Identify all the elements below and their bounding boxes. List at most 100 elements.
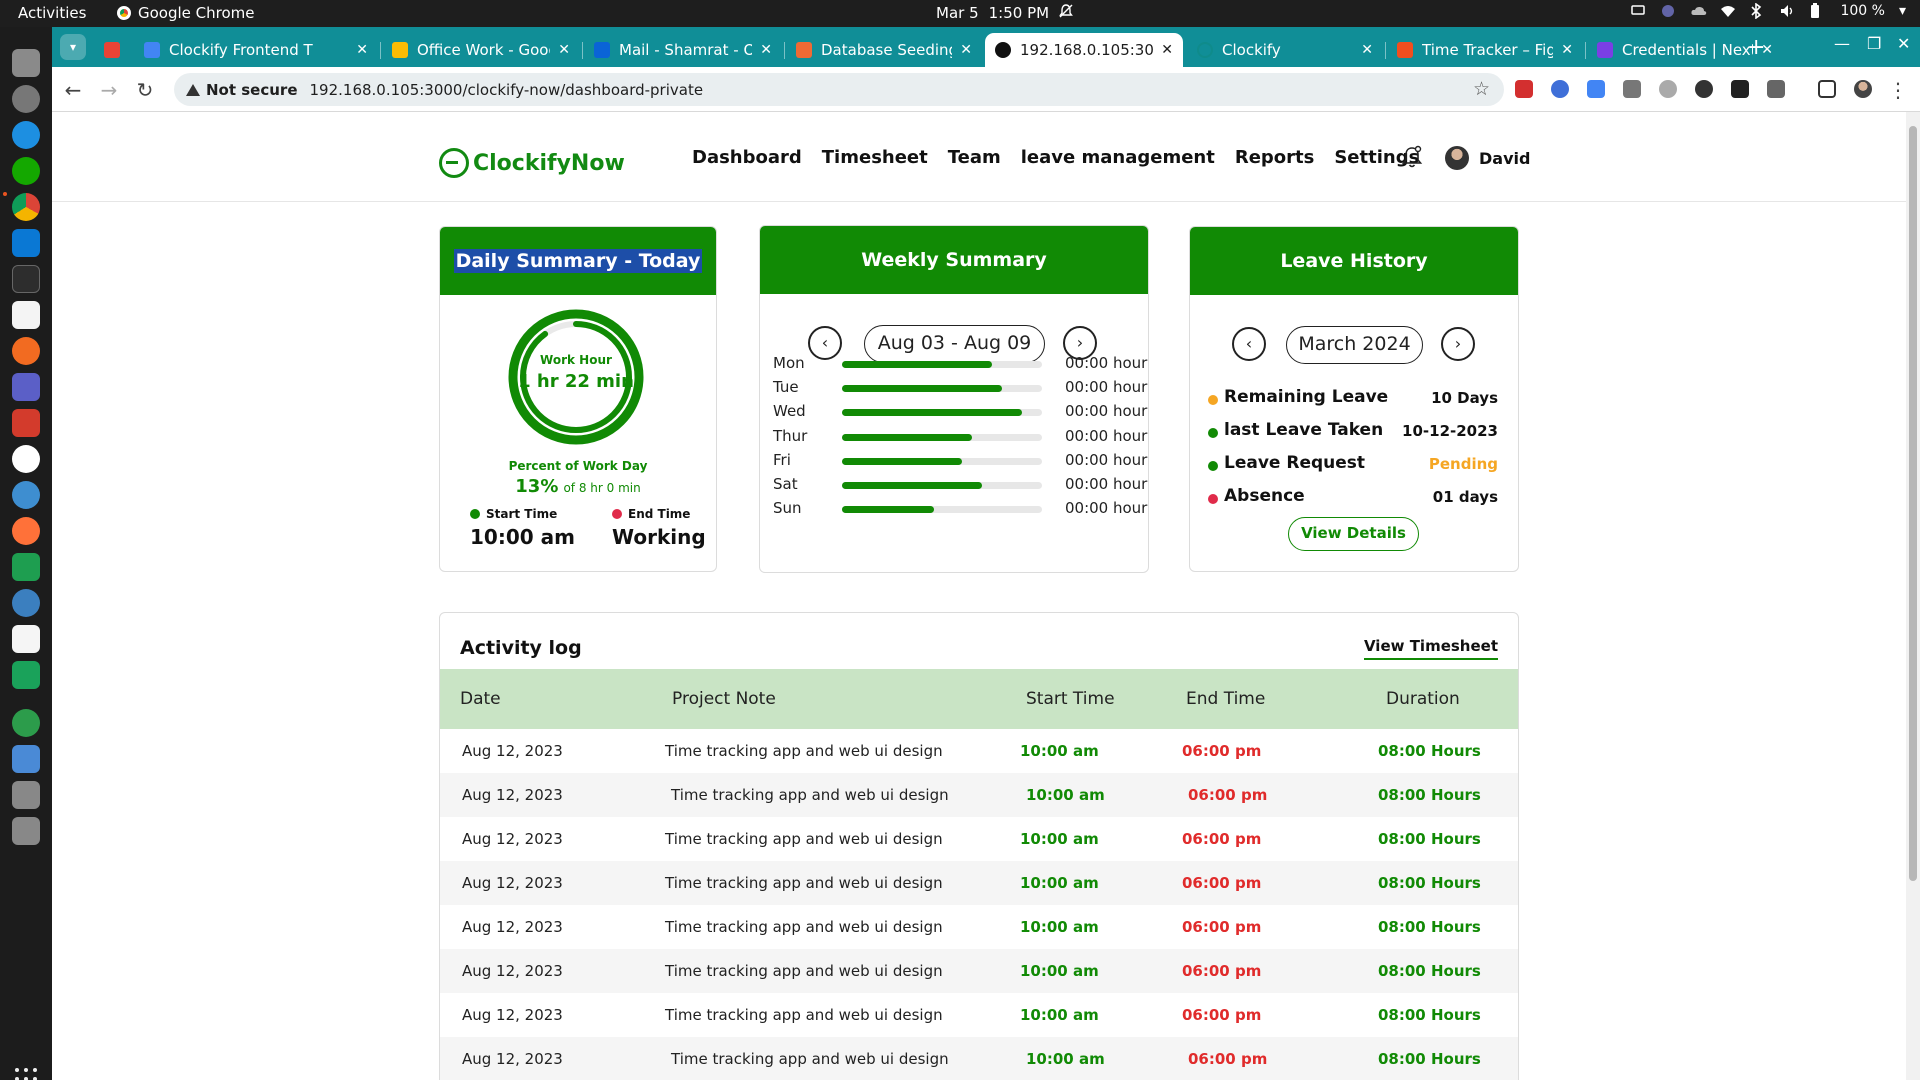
drive-ssd-icon[interactable]	[12, 781, 40, 809]
menu-kebab-icon[interactable]: ⋮	[1887, 78, 1909, 102]
view-timesheet-link[interactable]: View Timesheet	[1363, 637, 1498, 660]
back-button[interactable]: ←	[62, 78, 84, 102]
chrome-dock-icon[interactable]	[12, 193, 40, 221]
close-icon[interactable]: ✕	[558, 42, 570, 58]
leave-history-title: Leave History	[1280, 250, 1428, 272]
vim-icon[interactable]	[12, 301, 40, 329]
extension-circle-icon[interactable]	[1659, 80, 1677, 98]
chat-icon[interactable]	[12, 661, 40, 689]
tab-active-dashboard[interactable]: 192.168.0.105:3000 ✕	[985, 33, 1183, 67]
firefox-icon[interactable]	[12, 517, 40, 545]
show-apps-icon[interactable]	[15, 1068, 37, 1080]
logo[interactable]: ClockifyNow	[439, 148, 625, 178]
extensions-puzzle-icon[interactable]	[1767, 80, 1785, 98]
app-red-hex-icon[interactable]	[12, 409, 40, 437]
tab-figma[interactable]: Time Tracker – Figm ✕	[1387, 33, 1583, 67]
drive-icon	[392, 42, 408, 58]
day-hours: 00:00 hour	[1065, 354, 1148, 372]
bell-icon[interactable]	[1401, 145, 1423, 169]
bookmark-star-icon[interactable]: ☆	[1473, 78, 1490, 100]
settings-gear-icon[interactable]	[12, 85, 40, 113]
day-progress-bar	[842, 482, 1042, 489]
day-label: Fri	[773, 450, 791, 469]
upwork-icon[interactable]	[12, 157, 40, 185]
new-tab-button[interactable]: +	[1747, 35, 1765, 60]
day-progress-fill	[842, 409, 1022, 417]
tab-gmail[interactable]	[94, 33, 130, 67]
scrollbar-thumb[interactable]	[1909, 126, 1917, 881]
app-green-icon[interactable]	[12, 709, 40, 737]
tab-mail[interactable]: Mail - Shamrat - Ou ✕	[584, 33, 782, 67]
close-icon[interactable]: ✕	[356, 42, 368, 58]
percent-of-label: of 8 hr 0 min	[563, 481, 641, 495]
day-progress-fill	[842, 457, 962, 465]
extension-f-icon[interactable]	[1623, 80, 1641, 98]
clock-app-icon[interactable]	[12, 481, 40, 509]
outlook-icon	[594, 42, 610, 58]
system-tray[interactable]: 100 % ▾	[1630, 2, 1906, 20]
page-scrollbar[interactable]	[1906, 112, 1920, 1080]
next-month-button[interactable]: ›	[1441, 327, 1475, 361]
terminal-icon[interactable]	[12, 265, 40, 293]
tab-clockify[interactable]: Clockify ✕	[1187, 33, 1383, 67]
loading-icon	[1197, 42, 1213, 58]
side-panel-icon[interactable]	[1818, 80, 1836, 98]
tab-clockify-frontend[interactable]: Clockify Frontend T ✕	[134, 33, 378, 67]
app-menu[interactable]: Google Chrome	[117, 4, 255, 22]
url-text[interactable]: 192.168.0.105:3000/clockify-now/dashboar…	[310, 81, 704, 99]
close-icon[interactable]: ✕	[1561, 42, 1573, 58]
app-swirl-icon[interactable]	[12, 589, 40, 617]
reload-button[interactable]: ↻	[134, 78, 156, 102]
nav-reports[interactable]: Reports	[1235, 147, 1315, 168]
translate-icon[interactable]	[1587, 80, 1605, 98]
tab-office-work[interactable]: Office Work - Goog ✕	[382, 33, 580, 67]
leave-label: Remaining Leave	[1224, 387, 1389, 407]
minimize-button[interactable]: —	[1834, 34, 1850, 53]
adblock-icon[interactable]	[1515, 80, 1533, 98]
nav-dashboard[interactable]: Dashboard	[692, 147, 802, 168]
teams-icon[interactable]	[12, 373, 40, 401]
avatar	[1445, 146, 1469, 170]
close-icon[interactable]: ✕	[1361, 42, 1373, 58]
nav-timesheet[interactable]: Timesheet	[822, 147, 928, 168]
activities-button[interactable]: Activities	[18, 4, 86, 22]
user-menu[interactable]: David	[1445, 146, 1530, 170]
extension-dark-icon[interactable]	[1695, 80, 1713, 98]
close-window-button[interactable]: ✕	[1897, 34, 1910, 53]
security-indicator[interactable]: Not secure	[186, 81, 298, 99]
close-icon[interactable]: ✕	[760, 42, 772, 58]
tab-database-seeding[interactable]: Database Seeding ✕	[786, 33, 982, 67]
cell-date: Aug 12, 2023	[462, 1006, 563, 1024]
leave-label: Absence	[1224, 486, 1305, 506]
prev-month-button[interactable]: ‹	[1232, 327, 1266, 361]
tab-title: Clockify	[1222, 41, 1281, 59]
forward-button[interactable]: →	[98, 78, 120, 102]
close-icon[interactable]: ✕	[960, 42, 972, 58]
drive-ssd-2-icon[interactable]	[12, 817, 40, 845]
vscode-icon[interactable]	[12, 229, 40, 257]
start-time-label: Start Time	[486, 507, 558, 521]
nav-leave-management[interactable]: leave management	[1021, 147, 1215, 168]
clock[interactable]: Mar 5 1:50 PM	[936, 4, 1073, 22]
maximize-button[interactable]: ❐	[1867, 34, 1881, 53]
close-icon[interactable]: ✕	[1161, 42, 1173, 58]
profile-avatar-icon[interactable]	[1854, 80, 1872, 98]
docker-icon[interactable]	[12, 121, 40, 149]
column-header-date: Date	[460, 689, 501, 709]
view-details-button[interactable]: View Details	[1288, 517, 1419, 551]
files-icon[interactable]	[12, 49, 40, 77]
tab-search-icon[interactable]: ▾	[60, 34, 86, 60]
mongodb-icon[interactable]	[12, 445, 40, 473]
virtualbox-icon[interactable]	[12, 745, 40, 773]
postman-icon[interactable]	[12, 337, 40, 365]
tab-divider	[784, 42, 785, 59]
extension-blue-icon[interactable]	[1551, 80, 1569, 98]
tab-title: Time Tracker – Figm	[1422, 41, 1554, 59]
text-editor-icon[interactable]	[12, 625, 40, 653]
spreadsheet-icon[interactable]	[12, 553, 40, 581]
color-picker-icon[interactable]	[1731, 80, 1749, 98]
wifi-icon	[1720, 3, 1736, 19]
tab-title: Office Work - Goog	[417, 41, 551, 59]
address-bar[interactable]: Not secure 192.168.0.105:3000/clockify-n…	[174, 73, 1504, 106]
nav-team[interactable]: Team	[948, 147, 1001, 168]
